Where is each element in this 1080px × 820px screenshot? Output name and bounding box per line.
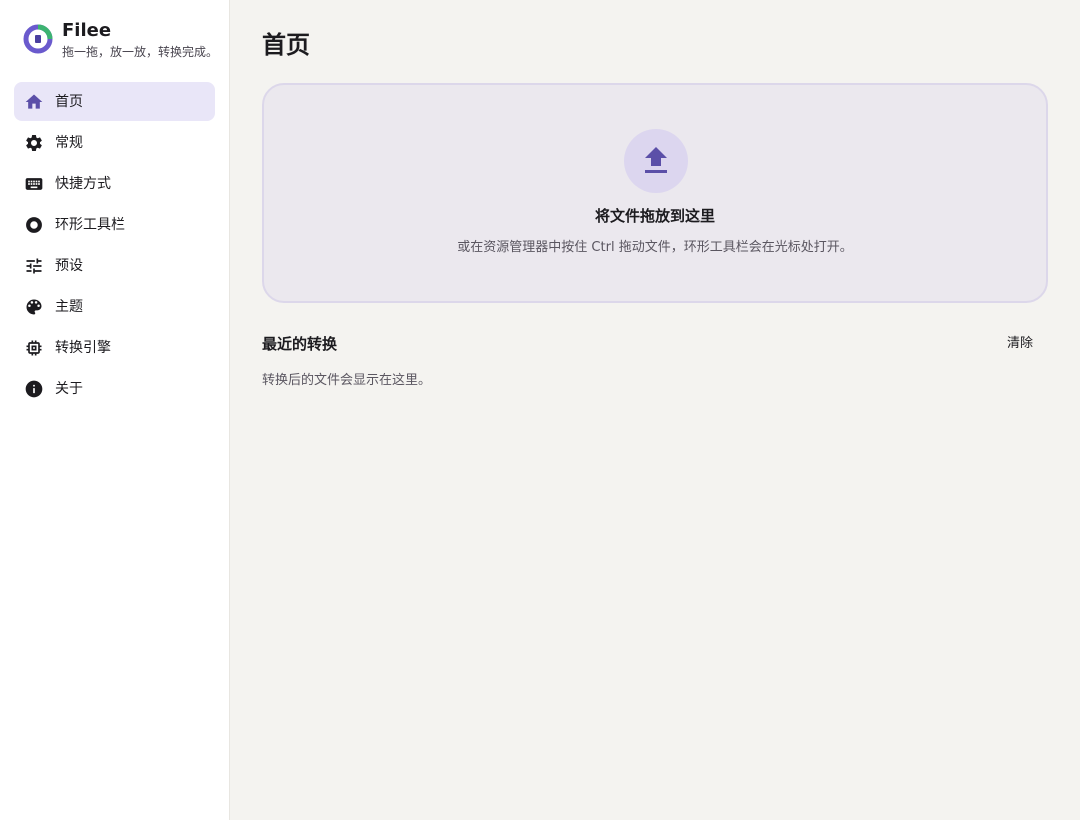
sidebar-item-label: 快捷方式 <box>55 176 111 192</box>
sidebar-item-label: 主题 <box>55 299 83 315</box>
app-tagline: 拖一拖，放一放，转换完成。 <box>62 45 219 59</box>
file-dropzone[interactable]: 将文件拖放到这里 或在资源管理器中按住 Ctrl 拖动文件，环形工具栏会在光标处… <box>262 83 1048 303</box>
sidebar-item-label: 常规 <box>55 135 83 151</box>
sidebar-item-ring-toolbar[interactable]: 环形工具栏 <box>14 205 215 244</box>
page-title: 首页 <box>262 31 310 59</box>
ring-icon <box>24 215 44 235</box>
app-logo-icon <box>23 24 53 54</box>
palette-icon <box>24 297 44 317</box>
sidebar-nav: 首页 常规 快捷方式 环形工具栏 预设 主题 转换引擎 关于 <box>14 82 215 410</box>
sidebar-item-home[interactable]: 首页 <box>14 82 215 121</box>
sidebar-item-engine[interactable]: 转换引擎 <box>14 328 215 367</box>
sidebar-item-about[interactable]: 关于 <box>14 369 215 408</box>
dropzone-hint: 或在资源管理器中按住 Ctrl 拖动文件，环形工具栏会在光标处打开。 <box>457 240 853 255</box>
sidebar-item-theme[interactable]: 主题 <box>14 287 215 326</box>
sidebar-item-label: 环形工具栏 <box>55 217 125 233</box>
sidebar-item-label: 关于 <box>55 381 83 397</box>
sidebar-item-shortcuts[interactable]: 快捷方式 <box>14 164 215 203</box>
clear-button[interactable]: 清除 <box>996 333 1044 355</box>
sidebar-item-general[interactable]: 常规 <box>14 123 215 162</box>
sliders-icon <box>24 256 44 276</box>
chip-icon <box>24 338 44 358</box>
gear-icon <box>24 133 44 153</box>
recent-empty-text: 转换后的文件会显示在这里。 <box>262 373 432 388</box>
main-content: 首页 将文件拖放到这里 或在资源管理器中按住 Ctrl 拖动文件，环形工具栏会在… <box>230 0 1080 820</box>
dropzone-title: 将文件拖放到这里 <box>594 207 715 225</box>
recent-conversions-title: 最近的转换 <box>262 335 338 353</box>
sidebar-item-label: 转换引擎 <box>55 340 111 356</box>
upload-icon-circle <box>624 129 688 193</box>
sidebar-item-presets[interactable]: 预设 <box>14 246 215 285</box>
keyboard-icon <box>24 174 44 194</box>
sidebar-item-label: 预设 <box>55 258 83 274</box>
info-icon <box>24 379 44 399</box>
app-name: Filee <box>62 20 112 41</box>
home-icon <box>24 92 44 112</box>
upload-icon <box>645 147 667 173</box>
sidebar: Filee 拖一拖，放一放，转换完成。 首页 常规 快捷方式 环形工具栏 预设 … <box>0 0 230 820</box>
brand: Filee 拖一拖，放一放，转换完成。 <box>22 20 222 64</box>
sidebar-item-label: 首页 <box>55 94 83 110</box>
